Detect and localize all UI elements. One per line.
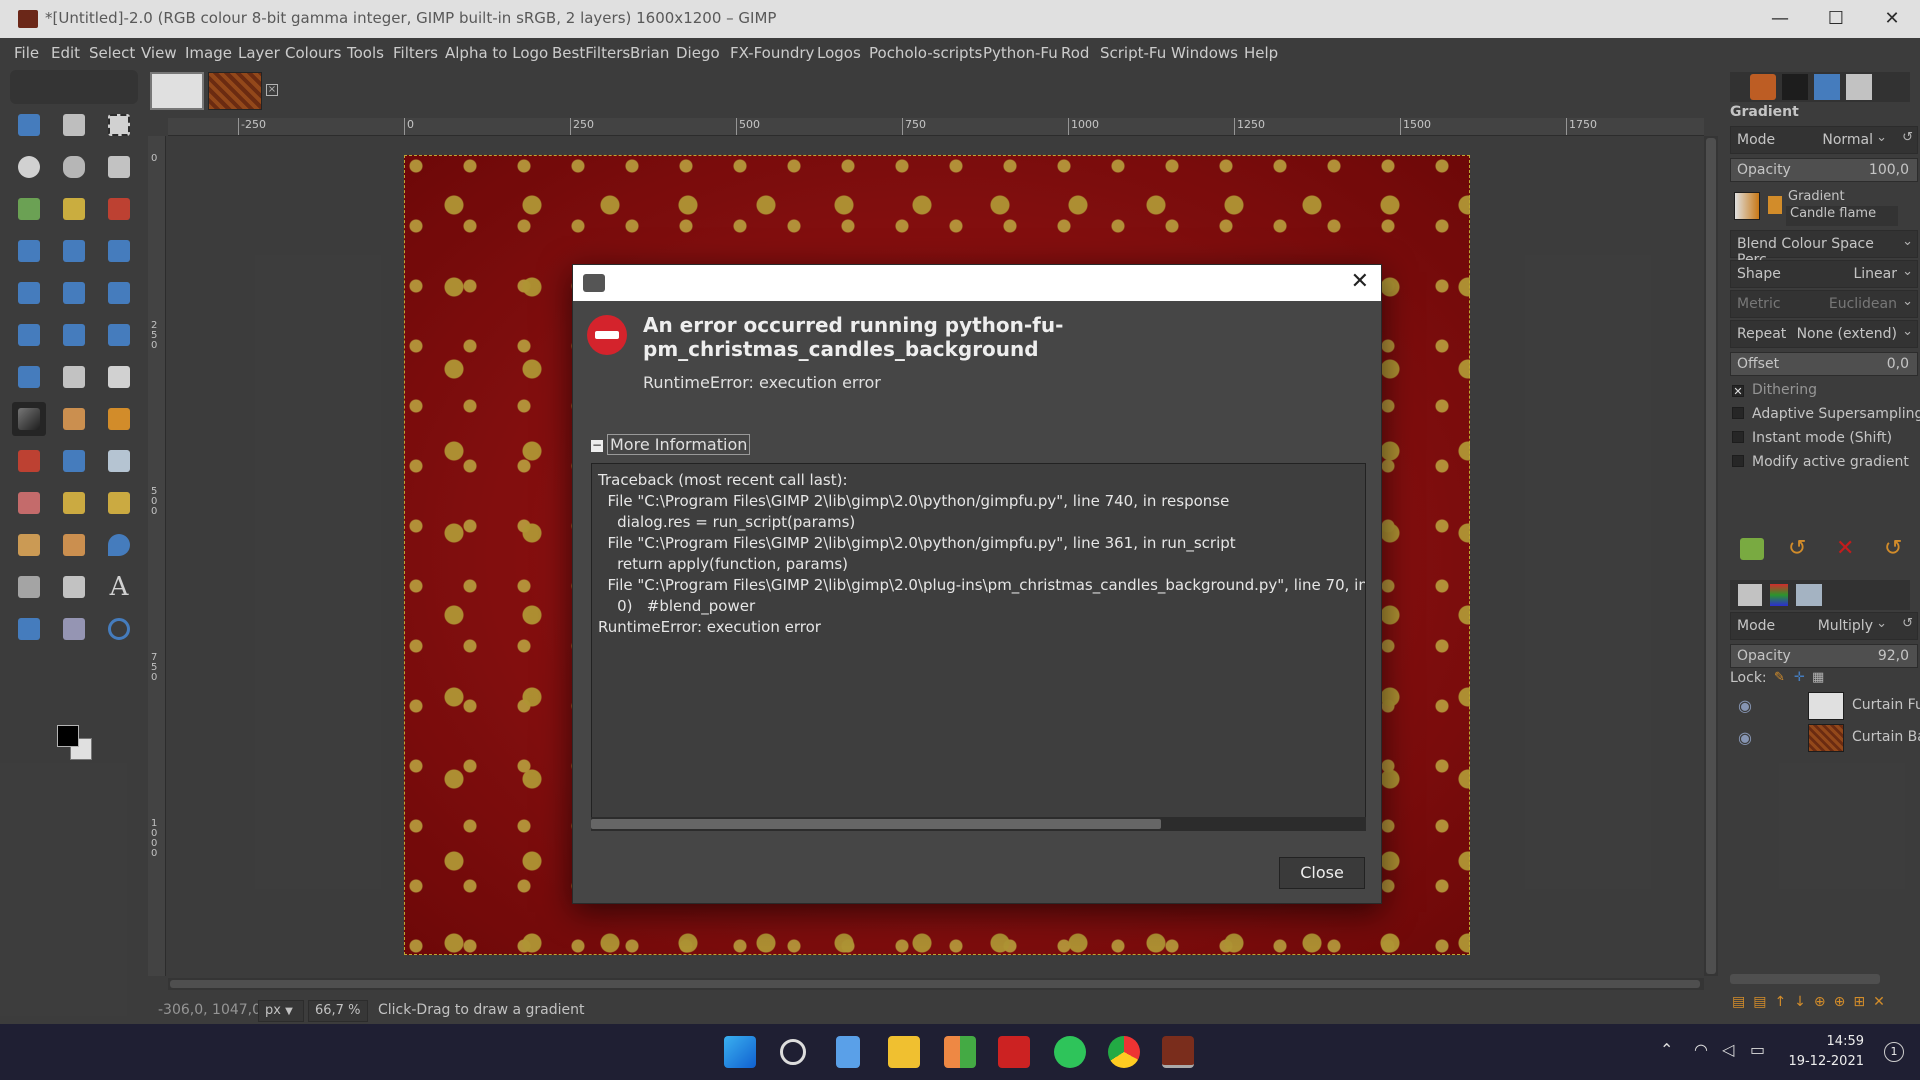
scrollbar-thumb[interactable] xyxy=(591,819,1161,829)
chevron-up-icon[interactable]: ⌃ xyxy=(1660,1040,1673,1059)
chrome-icon[interactable] xyxy=(1108,1036,1140,1068)
collapse-icon[interactable]: − xyxy=(591,439,603,452)
notepad-icon[interactable] xyxy=(836,1036,860,1068)
dialog-close-icon[interactable]: ✕ xyxy=(1351,269,1369,294)
gimp-taskbar-icon[interactable] xyxy=(1162,1036,1194,1068)
taskbar: ⌃ ◠ ◁ ▭ 14:59 19-12-2021 1 xyxy=(0,1024,1920,1080)
notification-badge[interactable]: 1 xyxy=(1884,1042,1904,1062)
traceback-textview[interactable]: Traceback (most recent call last): File … xyxy=(591,463,1366,823)
clock-time: 14:59 xyxy=(1826,1034,1864,1049)
whatsapp-icon[interactable] xyxy=(1054,1036,1086,1068)
office-app-icon[interactable] xyxy=(998,1036,1030,1068)
error-dialog: ✕ An error occurred running python-fu-pm… xyxy=(572,264,1382,904)
wifi-icon[interactable]: ◠ xyxy=(1694,1040,1708,1059)
clock-date: 19-12-2021 xyxy=(1788,1054,1864,1069)
gimp-wilber-icon xyxy=(583,274,605,292)
windows-start-icon[interactable] xyxy=(724,1036,756,1068)
close-button[interactable]: Close xyxy=(1279,857,1365,889)
error-heading: An error occurred running python-fu-pm_c… xyxy=(643,313,1064,361)
traceback-text: Traceback (most recent call last): File … xyxy=(598,471,1365,636)
traceback-hscrollbar[interactable] xyxy=(591,817,1366,831)
system-clock[interactable]: 14:59 19-12-2021 xyxy=(1788,1032,1864,1072)
more-information-expander[interactable]: − More Information xyxy=(591,434,751,455)
dialog-titlebar: ✕ xyxy=(573,265,1381,301)
battery-icon[interactable]: ▭ xyxy=(1750,1040,1765,1059)
expander-label: More Information xyxy=(607,434,751,455)
volume-icon[interactable]: ◁ xyxy=(1722,1040,1734,1059)
error-icon xyxy=(587,315,627,355)
file-explorer-icon[interactable] xyxy=(888,1036,920,1068)
error-icon-bar xyxy=(595,331,619,339)
error-subtitle: RuntimeError: execution error xyxy=(643,373,881,392)
microsoft-store-icon[interactable] xyxy=(944,1036,976,1068)
search-icon[interactable] xyxy=(780,1039,806,1065)
